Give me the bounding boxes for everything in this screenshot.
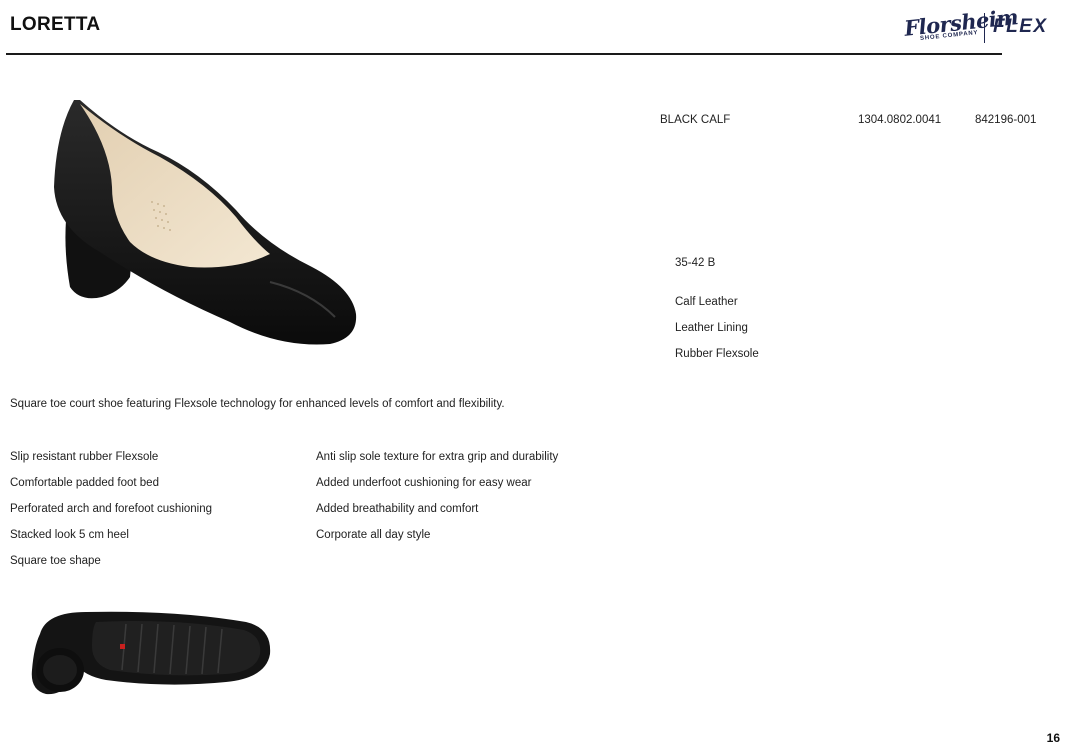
feature-item: Added breathability and comfort bbox=[316, 503, 479, 515]
material-upper: Calf Leather bbox=[675, 296, 738, 308]
brand-logo: Florsheim SHOE COMPANY FLEX bbox=[903, 4, 1046, 46]
article-number: 842196-001 bbox=[975, 114, 1037, 126]
feature-item: Comfortable padded foot bed bbox=[10, 477, 159, 489]
material-lining: Leather Lining bbox=[675, 322, 748, 334]
product-description: Square toe court shoe featuring Flexsole… bbox=[10, 398, 505, 410]
feature-item: Anti slip sole texture for extra grip an… bbox=[316, 451, 559, 463]
product-image-sole bbox=[31, 611, 271, 695]
feature-item: Corporate all day style bbox=[316, 529, 431, 541]
feature-item: Square toe shape bbox=[10, 555, 101, 567]
product-code: 1304.0802.0041 bbox=[858, 114, 942, 126]
product-image-main bbox=[54, 100, 357, 345]
material-sole: Rubber Flexsole bbox=[675, 348, 759, 360]
header-divider bbox=[6, 53, 1002, 55]
feature-item: Slip resistant rubber Flexsole bbox=[10, 451, 159, 463]
color-name: BLACK CALF bbox=[660, 114, 731, 126]
logo-divider bbox=[984, 13, 985, 43]
feature-item: Added underfoot cushioning for easy wear bbox=[316, 477, 532, 489]
page-number: 16 bbox=[1046, 731, 1060, 745]
size-range: 35-42 B bbox=[675, 257, 716, 269]
feature-item: Stacked look 5 cm heel bbox=[10, 529, 129, 541]
logo-flex-text: FLEX bbox=[993, 16, 1048, 37]
feature-item: Perforated arch and forefoot cushioning bbox=[10, 503, 213, 515]
page-title: LORETTA bbox=[10, 14, 101, 35]
